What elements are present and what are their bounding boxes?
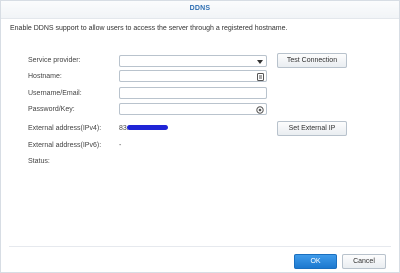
hostname-label: Hostname: [28, 73, 62, 80]
external-ipv4-label: External address(IPv4): [28, 125, 102, 132]
external-ipv6-label: External address(IPv6): [28, 142, 102, 149]
dialog-title: DDNS [189, 5, 211, 12]
ok-button[interactable]: OK [294, 254, 337, 269]
footer-divider [9, 246, 391, 247]
service-provider-select[interactable] [119, 55, 267, 67]
document-icon[interactable] [256, 72, 264, 81]
password-field[interactable] [119, 103, 267, 115]
eye-icon[interactable] [256, 105, 264, 114]
dialog-description: Enable DDNS support to allow users to ac… [10, 25, 288, 32]
username-input[interactable] [123, 89, 251, 98]
service-provider-value[interactable] [123, 57, 251, 66]
test-connection-button[interactable]: Test Connection [277, 53, 347, 68]
set-external-ip-button[interactable]: Set External IP [277, 121, 347, 136]
password-input[interactable] [123, 105, 251, 114]
chevron-down-icon[interactable] [256, 57, 264, 66]
status-label: Status: [28, 158, 50, 165]
password-label: Password/Key: [28, 106, 75, 113]
hostname-input[interactable] [123, 72, 251, 81]
redaction-mark [127, 125, 168, 130]
hostname-field[interactable] [119, 70, 267, 82]
ddns-dialog: DDNS Enable DDNS support to allow users … [0, 0, 400, 273]
dialog-titlebar: DDNS [1, 1, 399, 19]
cancel-button[interactable]: Cancel [342, 254, 386, 269]
service-provider-label: Service provider: [28, 57, 81, 64]
username-field[interactable] [119, 87, 267, 99]
external-ipv6-value: - [119, 142, 122, 149]
username-label: Username/Email: [28, 90, 82, 97]
